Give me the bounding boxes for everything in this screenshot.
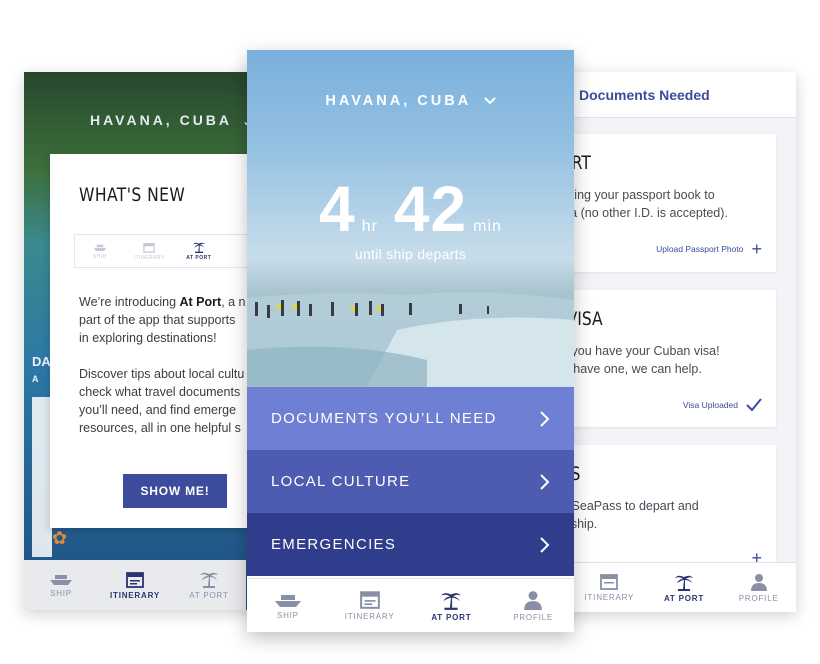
tab-ship[interactable]: SHIP (247, 579, 329, 632)
discover-line-2: check what travel documents (79, 385, 241, 399)
ship-icon (274, 594, 301, 607)
whats-new-title: WHAT'S NEW (79, 184, 186, 206)
figure-icon: ✿ (52, 528, 68, 548)
menu-item-label: LOCAL CULTURE (271, 473, 411, 490)
profile-icon (750, 573, 767, 591)
until-ship-departs-label: until ship departs (354, 246, 467, 262)
tab-ship[interactable]: SHIP (24, 560, 98, 610)
discover-paragraph: Discover tips about local cultu check wh… (79, 365, 275, 437)
chevron-right-icon (540, 473, 550, 490)
location-label: HAVANA, CUBA (325, 93, 471, 109)
tab-profile[interactable]: PROFILE (721, 563, 796, 612)
center-phone-screen: HAVANA, CUBA 4 hr 42 min until ship departs… (247, 50, 574, 632)
whats-new-modal: WHAT'S NEW SHIP ITINERARY AT PORT P We’r… (50, 154, 280, 528)
right-phone-screen: Documents Needed PORT st bring your pass… (546, 72, 796, 612)
intro-line-2: part of the app that supports (79, 313, 236, 327)
tab-at-port[interactable]: AT PORT (411, 579, 493, 632)
tab-profile[interactable]: PROFILE (492, 579, 574, 632)
screenshot-stage: DA A HAVANA, CUBA ⌄ WHAT'S NEW SHIP ITIN… (0, 0, 820, 664)
palm-tree-icon (200, 572, 218, 588)
menu-item-label: DOCUMENTS YOU’LL NEED (271, 410, 497, 427)
beach-hero-image: HAVANA, CUBA 4 hr 42 min until ship departs (247, 50, 574, 387)
calendar-icon (143, 242, 155, 253)
discover-line-4: resources, all in one helpful s (79, 421, 241, 435)
right-tabbar: ITINERARY AT PORT PROFILE (546, 562, 796, 612)
mini-tab-at-port: AT PORT (174, 241, 224, 261)
intro-line-3: in exploring destinations! (79, 331, 217, 345)
passport-card-text: st bring your passport book to vana (no … (550, 188, 728, 220)
show-me-button[interactable]: SHOW ME! (123, 474, 227, 508)
tab-at-port[interactable]: AT PORT (647, 563, 722, 612)
left-tabbar: SHIP ITINERARY AT PORT (24, 560, 246, 610)
calendar-icon (126, 571, 144, 588)
profile-icon (524, 590, 543, 610)
visa-card-text: ure you have your Cuban visa! on't have … (550, 344, 720, 376)
countdown-minutes: 42 (393, 173, 468, 245)
documents-header-title: Documents Needed (579, 86, 710, 103)
visa-card: N VISA ure you have your Cuban visa! on'… (550, 290, 776, 427)
intro-paragraph: We’re introducing At Port, a n part of t… (79, 293, 275, 347)
tab-itinerary[interactable]: ITINERARY (98, 560, 172, 610)
center-tabbar: SHIP ITINERARY AT PORT PROFILE (247, 578, 574, 632)
background-card-edge (32, 397, 52, 557)
check-icon (746, 398, 762, 411)
tab-itinerary[interactable]: ITINERARY (572, 563, 647, 612)
menu-local-culture[interactable]: LOCAL CULTURE (247, 450, 574, 513)
mini-tab-itinerary: ITINERARY (125, 242, 175, 261)
location-label: HAVANA, CUBA (90, 112, 232, 128)
discover-line-3: you’ll need, and find emerge (79, 403, 237, 417)
chevron-down-icon (483, 97, 496, 105)
mini-tab-ship: SHIP (75, 242, 125, 260)
hours-unit: hr (361, 218, 378, 235)
tab-itinerary[interactable]: ITINERARY (329, 579, 411, 632)
ship-icon (93, 244, 107, 251)
calendar-icon (600, 574, 619, 590)
departure-countdown: 4 hr 42 min (247, 172, 574, 246)
visa-uploaded-status[interactable]: Visa Uploaded (683, 398, 762, 411)
discover-line-1: Discover tips about local cultu (79, 367, 245, 381)
documents-header: Documents Needed (546, 72, 796, 118)
intro-line-1: We’re introducing At Port, a n (79, 295, 246, 309)
palm-tree-icon (441, 592, 462, 610)
palm-tree-icon (675, 575, 693, 591)
countdown-hours: 4 (319, 173, 356, 245)
passport-card: PORT st bring your passport book to vana… (550, 134, 776, 272)
plus-icon: + (751, 239, 762, 259)
chevron-right-icon (540, 410, 550, 427)
background-title-fragment: DA (32, 354, 51, 369)
menu-documents-needed[interactable]: DOCUMENTS YOU’LL NEED (247, 387, 574, 450)
upload-passport-photo-link[interactable]: Upload Passport Photo + (656, 240, 762, 258)
mini-tabbar-preview: SHIP ITINERARY AT PORT P (74, 234, 274, 268)
ship-icon (50, 575, 72, 585)
menu-item-label: EMERGENCIES (271, 536, 397, 553)
minutes-unit: min (473, 218, 502, 235)
background-subtitle-fragment: A (32, 374, 39, 384)
calendar-icon (359, 591, 380, 609)
menu-emergencies[interactable]: EMERGENCIES (247, 513, 574, 576)
tab-at-port[interactable]: AT PORT (172, 560, 246, 610)
seapass-card: ASS our SeaPass to depart and the ship. … (550, 445, 776, 567)
chevron-right-icon (540, 536, 550, 553)
palm-tree-icon (192, 242, 205, 253)
location-selector[interactable]: HAVANA, CUBA (247, 93, 574, 109)
